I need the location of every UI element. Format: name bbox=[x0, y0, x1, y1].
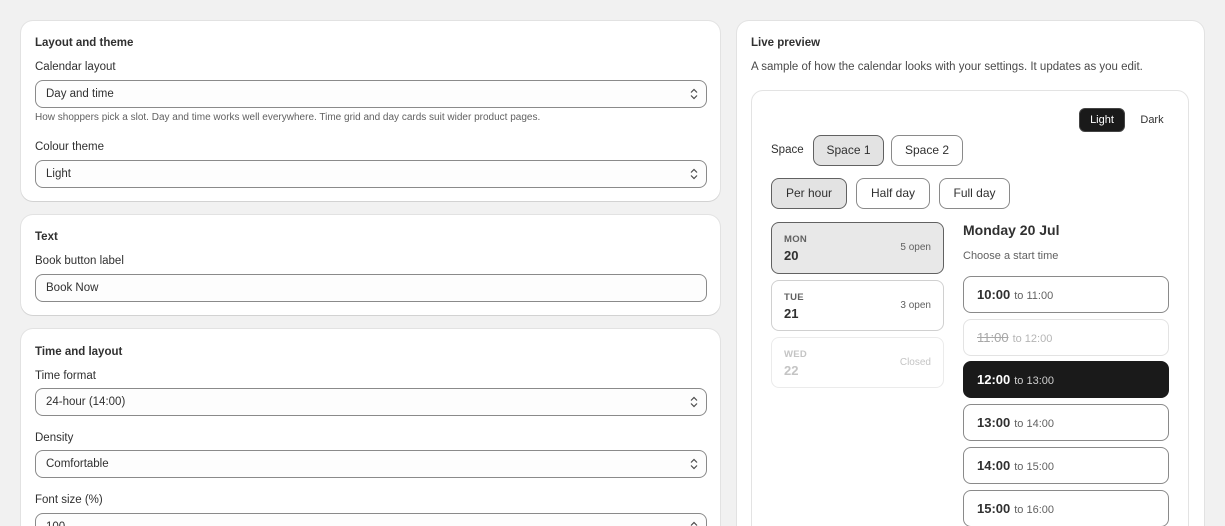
time-slot[interactable]: 15:00 to 16:00 bbox=[963, 490, 1169, 526]
chevron-updown-icon bbox=[690, 88, 698, 100]
slot-start: 10:00 bbox=[977, 287, 1011, 302]
layout-theme-title: Layout and theme bbox=[35, 37, 134, 49]
slot-end: to 11:00 bbox=[1014, 290, 1054, 302]
time-layout-card: Time and layout Time format 24-hour (14:… bbox=[21, 329, 720, 526]
time-slot-selected[interactable]: 12:00 to 13:00 bbox=[963, 361, 1169, 398]
space-1-button[interactable]: Space 1 bbox=[813, 135, 884, 166]
text-title: Text bbox=[35, 231, 58, 243]
slot-end: to 14:00 bbox=[1014, 418, 1055, 430]
space-label: Space bbox=[771, 144, 804, 156]
slot-start: 13:00 bbox=[977, 415, 1011, 430]
slot-start: 14:00 bbox=[977, 458, 1011, 473]
density-select[interactable]: Comfortable bbox=[35, 450, 707, 478]
calendar-layout-value: Day and time bbox=[46, 88, 114, 100]
time-format-label: Time format bbox=[35, 370, 96, 382]
book-button-input[interactable]: Book Now bbox=[35, 274, 707, 302]
day-number: 21 bbox=[784, 306, 799, 321]
slot-start: 12:00 bbox=[977, 372, 1011, 387]
day-of-week: TUE bbox=[784, 292, 804, 303]
stepper-icon bbox=[690, 521, 698, 526]
day-of-week: WED bbox=[784, 349, 808, 360]
slot-end: to 15:00 bbox=[1014, 461, 1055, 473]
slot-start: 15:00 bbox=[977, 501, 1011, 516]
full-day-button[interactable]: Full day bbox=[939, 178, 1010, 209]
per-hour-button[interactable]: Per hour bbox=[771, 178, 847, 209]
calendar-layout-help: How shoppers pick a slot. Day and time w… bbox=[35, 112, 541, 123]
day-of-week: MON bbox=[784, 234, 808, 245]
calendar-layout-label: Calendar layout bbox=[35, 61, 116, 73]
font-size-label: Font size (%) bbox=[35, 494, 103, 506]
colour-theme-value: Light bbox=[46, 168, 71, 180]
calendar-preview: Light Dark Space Space 1 Space 2 Per hou… bbox=[751, 90, 1189, 526]
time-slot[interactable]: 10:00 to 11:00 bbox=[963, 276, 1169, 313]
live-preview-title: Live preview bbox=[751, 37, 821, 49]
day-availability: 5 open bbox=[900, 242, 931, 253]
calendar-layout-select[interactable]: Day and time bbox=[35, 80, 707, 108]
chevron-updown-icon bbox=[690, 168, 698, 180]
day-availability: Closed bbox=[899, 357, 931, 368]
selected-date-title: Monday 20 Jul bbox=[963, 222, 1060, 238]
colour-theme-select[interactable]: Light bbox=[35, 160, 707, 188]
day-number: 22 bbox=[784, 363, 799, 378]
half-day-button[interactable]: Half day bbox=[856, 178, 930, 209]
slot-end: to 12:00 bbox=[1012, 333, 1053, 345]
font-size-input[interactable]: 100 bbox=[35, 513, 707, 526]
layout-theme-card: Layout and theme Calendar layout Day and… bbox=[21, 21, 720, 201]
time-slot-unavailable: 11:00 to 12:00 bbox=[963, 319, 1169, 356]
chevron-updown-icon bbox=[690, 458, 698, 470]
chevron-updown-icon bbox=[690, 396, 698, 408]
font-size-value: 100 bbox=[46, 521, 65, 526]
theme-dark-toggle[interactable]: Dark bbox=[1134, 108, 1170, 132]
time-slot[interactable]: 13:00 to 14:00 bbox=[963, 404, 1169, 441]
time-slot[interactable]: 14:00 to 15:00 bbox=[963, 447, 1169, 484]
day-card-mon[interactable]: MON 20 5 open bbox=[771, 222, 944, 274]
book-button-label: Book button label bbox=[35, 255, 124, 267]
day-card-tue[interactable]: TUE 21 3 open bbox=[771, 280, 944, 331]
slot-start: 11:00 bbox=[977, 330, 1009, 345]
density-value: Comfortable bbox=[46, 458, 109, 470]
book-button-value: Book Now bbox=[46, 282, 99, 294]
day-availability: 3 open bbox=[900, 300, 931, 311]
slot-end: to 16:00 bbox=[1014, 504, 1055, 516]
theme-light-toggle[interactable]: Light bbox=[1079, 108, 1125, 132]
time-layout-title: Time and layout bbox=[35, 346, 123, 358]
live-preview-card: Live preview A sample of how the calenda… bbox=[737, 21, 1204, 526]
density-label: Density bbox=[35, 432, 74, 444]
live-preview-description: A sample of how the calendar looks with … bbox=[751, 61, 1143, 73]
time-format-value: 24-hour (14:00) bbox=[46, 396, 126, 408]
slot-end: to 13:00 bbox=[1014, 375, 1055, 387]
text-card: Text Book button label Book Now bbox=[21, 215, 720, 315]
day-card-wed: WED 22 Closed bbox=[771, 337, 944, 388]
day-number: 20 bbox=[784, 248, 799, 263]
time-format-select[interactable]: 24-hour (14:00) bbox=[35, 388, 707, 416]
space-2-button[interactable]: Space 2 bbox=[891, 135, 963, 166]
colour-theme-label: Colour theme bbox=[35, 141, 105, 153]
choose-start-time-label: Choose a start time bbox=[963, 250, 1059, 262]
